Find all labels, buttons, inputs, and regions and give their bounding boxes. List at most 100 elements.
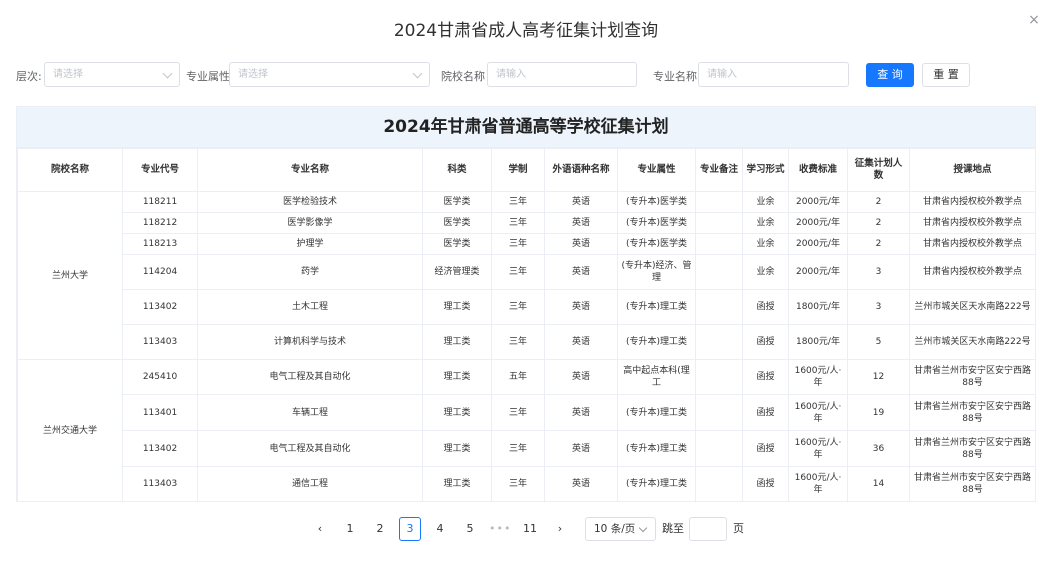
category-cell: 理工类 bbox=[422, 394, 492, 431]
table-row: 兰州大学 118211 医学检验技术 医学类 三年 英语 (专升本)医学类 业余 2000元/年… bbox=[17, 191, 1036, 360]
fee-cell: 2000元/年 bbox=[788, 212, 848, 234]
major-attr-label: 专业属性 bbox=[186, 70, 230, 83]
table-row: 113401 车辆工程 理工类 三年 英语 (专升本)理工类 函授 1600元/人·年 19 甘肃… bbox=[18, 394, 1036, 431]
fee-cell: 1800元/年 bbox=[788, 289, 848, 325]
major-code-cell: 113401 bbox=[122, 394, 198, 431]
prev-page-icon[interactable]: ‹ bbox=[309, 517, 331, 541]
table-body: 兰州大学 118211 医学检验技术 医学类 三年 英语 (专升本)医学类 业余 2000元/年… bbox=[17, 191, 1036, 502]
major-remark-cell bbox=[695, 430, 743, 467]
page-item-1[interactable]: 1 bbox=[339, 517, 361, 541]
jump-page-input[interactable] bbox=[689, 517, 727, 541]
language-cell: 英语 bbox=[544, 191, 618, 213]
ellipsis-icon[interactable]: ••• bbox=[489, 517, 511, 541]
school-label: 院校名称 bbox=[441, 70, 485, 83]
table-row: 兰州交通大学 245410 电气工程及其自动化 理工类 五年 英语 高中起点本科(理工 函授 1… bbox=[17, 359, 1036, 502]
plan-count-cell: 36 bbox=[847, 430, 910, 467]
reset-button[interactable]: 重 置 bbox=[922, 63, 970, 87]
teaching-location-cell: 甘肃省兰州市安宁区安宁西路88号 bbox=[909, 430, 1036, 467]
school-name-cell: 兰州大学 bbox=[17, 191, 123, 360]
major-attribute-cell: (专升本)医学类 bbox=[617, 233, 696, 255]
study-mode-cell: 业余 bbox=[742, 212, 789, 234]
major-name-cell: 护理学 bbox=[197, 233, 423, 255]
major-attr-select[interactable]: 请选择 bbox=[229, 62, 430, 87]
table-row: 118213 护理学 医学类 三年 英语 (专升本)医学类 业余 2000元/年 2 甘肃省内授权… bbox=[18, 233, 1036, 255]
major-attribute-cell: (专升本)医学类 bbox=[617, 212, 696, 234]
category-cell: 医学类 bbox=[422, 191, 492, 213]
major-attribute-cell: (专升本)理工类 bbox=[617, 289, 696, 325]
chevron-down-icon bbox=[412, 68, 423, 79]
search-button[interactable]: 查 询 bbox=[866, 63, 914, 87]
major-code-cell: 114204 bbox=[122, 254, 198, 290]
category-cell: 医学类 bbox=[422, 212, 492, 234]
level-select[interactable]: 请选择 bbox=[44, 62, 180, 87]
language-cell: 英语 bbox=[544, 359, 618, 395]
page-size-value: 10 条/页 bbox=[594, 523, 636, 535]
major-name-cell: 车辆工程 bbox=[197, 394, 423, 431]
major-remark-cell bbox=[695, 289, 743, 325]
teaching-location-cell: 甘肃省内授权校外教学点 bbox=[909, 254, 1036, 290]
language-cell: 英语 bbox=[544, 324, 618, 360]
major-name-cell: 医学影像学 bbox=[197, 212, 423, 234]
major-code-cell: 118212 bbox=[122, 212, 198, 234]
major-attribute-cell: (专升本)理工类 bbox=[617, 394, 696, 431]
page-item-4[interactable]: 4 bbox=[429, 517, 451, 541]
close-icon[interactable]: × bbox=[1026, 12, 1042, 28]
page-suffix-label: 页 bbox=[733, 522, 744, 535]
major-name-cell: 土木工程 bbox=[197, 289, 423, 325]
school-name-cell: 兰州交通大学 bbox=[17, 359, 123, 502]
study-mode-cell: 业余 bbox=[742, 191, 789, 213]
school-input[interactable]: 请输入 bbox=[487, 62, 637, 87]
next-page-icon[interactable]: › bbox=[549, 517, 571, 541]
plan-table-panel: 2024年甘肃省普通高等学校征集计划 院校名称 专业代号 专业名称 科类 学制 … bbox=[16, 106, 1036, 502]
major-attribute-cell: (专升本)医学类 bbox=[617, 191, 696, 213]
major-code-cell: 113402 bbox=[122, 430, 198, 467]
page-item-5[interactable]: 5 bbox=[459, 517, 481, 541]
major-code-cell: 118211 bbox=[122, 191, 198, 213]
table-row: 114204 药学 经济管理类 三年 英语 (专升本)经济、管理 业余 2000元/年 3 甘肃省… bbox=[18, 254, 1036, 290]
page-item-2[interactable]: 2 bbox=[369, 517, 391, 541]
teaching-location-cell: 甘肃省兰州市安宁区安宁西路88号 bbox=[909, 394, 1036, 431]
major-attribute-cell: (专升本)经济、管理 bbox=[617, 254, 696, 290]
plan-count-cell: 2 bbox=[847, 212, 910, 234]
teaching-location-cell: 甘肃省内授权校外教学点 bbox=[909, 191, 1036, 213]
major-remark-cell bbox=[695, 191, 743, 213]
study-mode-cell: 函授 bbox=[742, 430, 789, 467]
study-mode-cell: 业余 bbox=[742, 233, 789, 255]
fee-cell: 2000元/年 bbox=[788, 233, 848, 255]
filter-bar: 层次: 请选择 专业属性 请选择 院校名称 请输入 专业名称 请输入 查 询 重… bbox=[0, 62, 1052, 88]
column-header: 专业名称 bbox=[197, 148, 423, 192]
column-header: 授课地点 bbox=[909, 148, 1036, 192]
modal-title: 2024甘肃省成人高考征集计划查询 bbox=[393, 21, 659, 41]
plan-count-cell: 19 bbox=[847, 394, 910, 431]
study-mode-cell: 函授 bbox=[742, 359, 789, 395]
table-row: 113402 土木工程 理工类 三年 英语 (专升本)理工类 函授 1800元/年 3 兰州市城关… bbox=[18, 289, 1036, 325]
major-name-cell: 医学检验技术 bbox=[197, 191, 423, 213]
page-item-last[interactable]: 11 bbox=[519, 517, 541, 541]
major-remark-cell bbox=[695, 324, 743, 360]
study-mode-cell: 函授 bbox=[742, 394, 789, 431]
fee-cell: 1600元/人·年 bbox=[788, 394, 848, 431]
table-row: 118212 医学影像学 医学类 三年 英语 (专升本)医学类 业余 2000元/年 2 甘肃省内… bbox=[18, 212, 1036, 234]
major-name-cell: 计算机科学与技术 bbox=[197, 324, 423, 360]
plan-count-cell: 2 bbox=[847, 233, 910, 255]
column-header: 外语语种名称 bbox=[544, 148, 618, 192]
level-placeholder: 请选择 bbox=[53, 69, 83, 80]
major-name-cell: 药学 bbox=[197, 254, 423, 290]
major-name-input[interactable]: 请输入 bbox=[698, 62, 849, 87]
duration-cell: 五年 bbox=[491, 359, 545, 395]
page-size-select[interactable]: 10 条/页 bbox=[585, 517, 656, 541]
column-header: 院校名称 bbox=[17, 148, 123, 192]
table-header-row: 院校名称 专业代号 专业名称 科类 学制 外语语种名称 专业属性 专业备注 学习… bbox=[17, 148, 1036, 192]
major-code-cell: 113402 bbox=[122, 289, 198, 325]
major-remark-cell bbox=[695, 233, 743, 255]
category-cell: 理工类 bbox=[422, 324, 492, 360]
duration-cell: 三年 bbox=[491, 233, 545, 255]
teaching-location-cell: 甘肃省内授权校外教学点 bbox=[909, 233, 1036, 255]
page-item-current[interactable]: 3 bbox=[399, 517, 421, 541]
major-attribute-cell: (专升本)理工类 bbox=[617, 430, 696, 467]
plan-count-cell: 12 bbox=[847, 359, 910, 395]
duration-cell: 三年 bbox=[491, 394, 545, 431]
column-header: 科类 bbox=[422, 148, 492, 192]
table-row: 113402 电气工程及其自动化 理工类 三年 英语 (专升本)理工类 函授 1600元/人·… bbox=[18, 430, 1036, 467]
major-remark-cell bbox=[695, 394, 743, 431]
